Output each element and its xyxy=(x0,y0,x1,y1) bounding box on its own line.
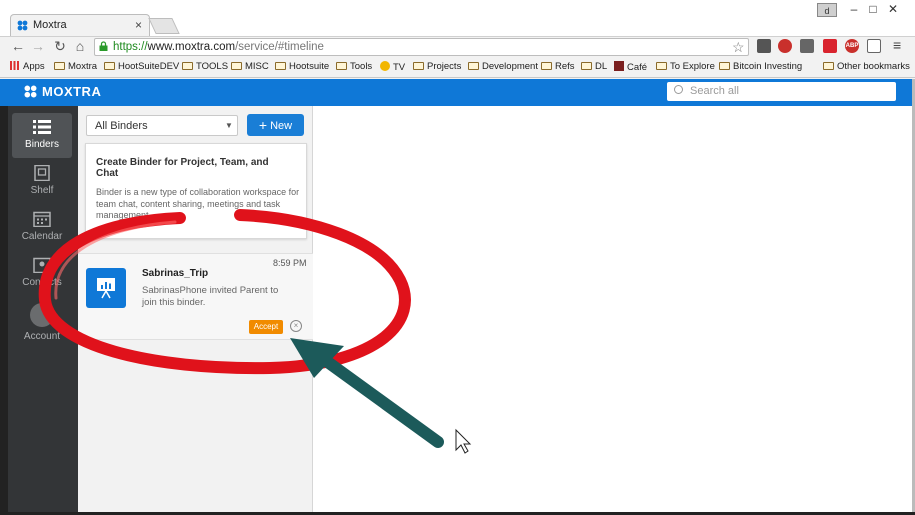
mouse-cursor-icon xyxy=(455,428,472,454)
teal-arrow-shaft xyxy=(312,349,444,448)
annotation-overlay xyxy=(38,209,472,454)
red-ellipse-highlight xyxy=(54,220,177,300)
